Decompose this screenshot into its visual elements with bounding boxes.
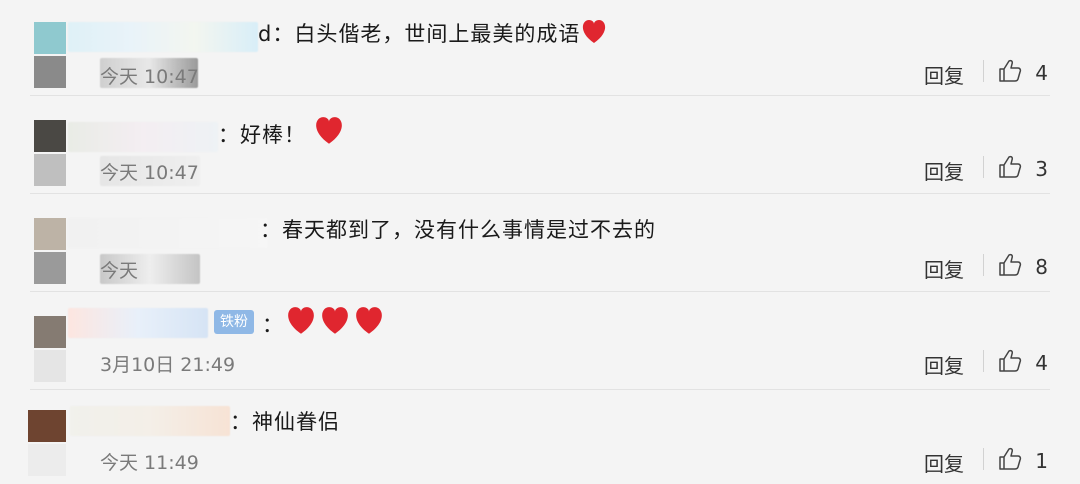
comment-text: d：白头偕老，世间上最美的成语: [258, 18, 608, 50]
comment-body: 春天都到了，没有什么事情是过不去的: [282, 218, 656, 242]
like-button[interactable]: 8: [997, 252, 1048, 282]
comment-text: ：神仙眷侣: [230, 406, 340, 436]
like-count: 4: [1035, 61, 1048, 85]
like-button[interactable]: 3: [997, 154, 1048, 184]
like-button[interactable]: 1: [997, 446, 1048, 476]
comment-time: 今天 10:47: [100, 66, 199, 88]
fan-badge: 铁粉: [214, 310, 254, 334]
thumbs-up-icon: [997, 348, 1023, 378]
comment-body: 神仙眷侣: [252, 410, 340, 434]
user-suffix: ：: [218, 123, 240, 147]
username-blurred: [70, 406, 230, 436]
comment-text: ：: [262, 306, 386, 341]
reply-button[interactable]: 回复: [924, 156, 964, 185]
comment-item: ：神仙眷侣 今天 11:49 回复 1: [0, 392, 1080, 484]
heart-icon: [580, 19, 608, 50]
separator: [983, 448, 984, 470]
thumbs-up-icon: [997, 252, 1023, 282]
divider: [30, 95, 1050, 96]
avatar[interactable]: [28, 410, 66, 476]
comment-time: 3月10日 21:49: [100, 354, 236, 376]
separator: [983, 60, 984, 82]
comment-time: 今天 11:49: [100, 452, 199, 474]
comment-text: ：春天都到了，没有什么事情是过不去的: [260, 214, 656, 244]
comment-time: 今天: [100, 260, 139, 282]
comment-item: 铁粉 ： 3月10日 21:49 回复 4: [0, 294, 1080, 390]
like-button[interactable]: 4: [997, 348, 1048, 378]
comment-item: d：白头偕老，世间上最美的成语 今天 10:47 回复 4: [0, 0, 1080, 96]
heart-icon: [318, 306, 352, 341]
comment-list: d：白头偕老，世间上最美的成语 今天 10:47 回复 4 ：好棒！ 今天 10…: [0, 0, 1080, 484]
comment-text: ：好棒！: [218, 116, 346, 151]
separator: [983, 350, 984, 372]
user-suffix: ：: [262, 313, 284, 337]
reply-button[interactable]: 回复: [924, 448, 964, 477]
thumbs-up-icon: [997, 154, 1023, 184]
like-count: 1: [1035, 449, 1048, 473]
avatar[interactable]: [34, 218, 66, 284]
comment-body: 白头偕老，世间上最美的成语: [294, 22, 581, 46]
username-blurred: [68, 22, 258, 52]
user-suffix: d：: [258, 22, 295, 46]
divider: [30, 291, 1050, 292]
heart-icon: [284, 306, 318, 341]
like-count: 4: [1035, 351, 1048, 375]
comment-body: 好棒！: [240, 123, 306, 147]
reply-button[interactable]: 回复: [924, 350, 964, 379]
username-blurred: [68, 308, 208, 338]
thumbs-up-icon: [997, 58, 1023, 88]
divider: [30, 193, 1050, 194]
username-blurred: [68, 122, 218, 152]
separator: [983, 156, 984, 178]
comment-time: 今天 10:47: [100, 162, 199, 184]
reply-button[interactable]: 回复: [924, 60, 964, 89]
like-button[interactable]: 4: [997, 58, 1048, 88]
like-count: 3: [1035, 157, 1048, 181]
heart-icon: [352, 306, 386, 341]
heart-icon: [312, 116, 346, 151]
avatar[interactable]: [34, 120, 66, 186]
separator: [983, 254, 984, 276]
username-blurred: [68, 218, 268, 248]
avatar[interactable]: [34, 22, 66, 88]
comment-item: ：好棒！ 今天 10:47 回复 3: [0, 98, 1080, 194]
reply-button[interactable]: 回复: [924, 254, 964, 283]
user-suffix: ：: [230, 410, 252, 434]
like-count: 8: [1035, 255, 1048, 279]
user-suffix: ：: [260, 218, 282, 242]
comment-item: ：春天都到了，没有什么事情是过不去的 今天 回复 8: [0, 196, 1080, 292]
divider: [30, 389, 1050, 390]
avatar[interactable]: [34, 316, 66, 382]
thumbs-up-icon: [997, 446, 1023, 476]
